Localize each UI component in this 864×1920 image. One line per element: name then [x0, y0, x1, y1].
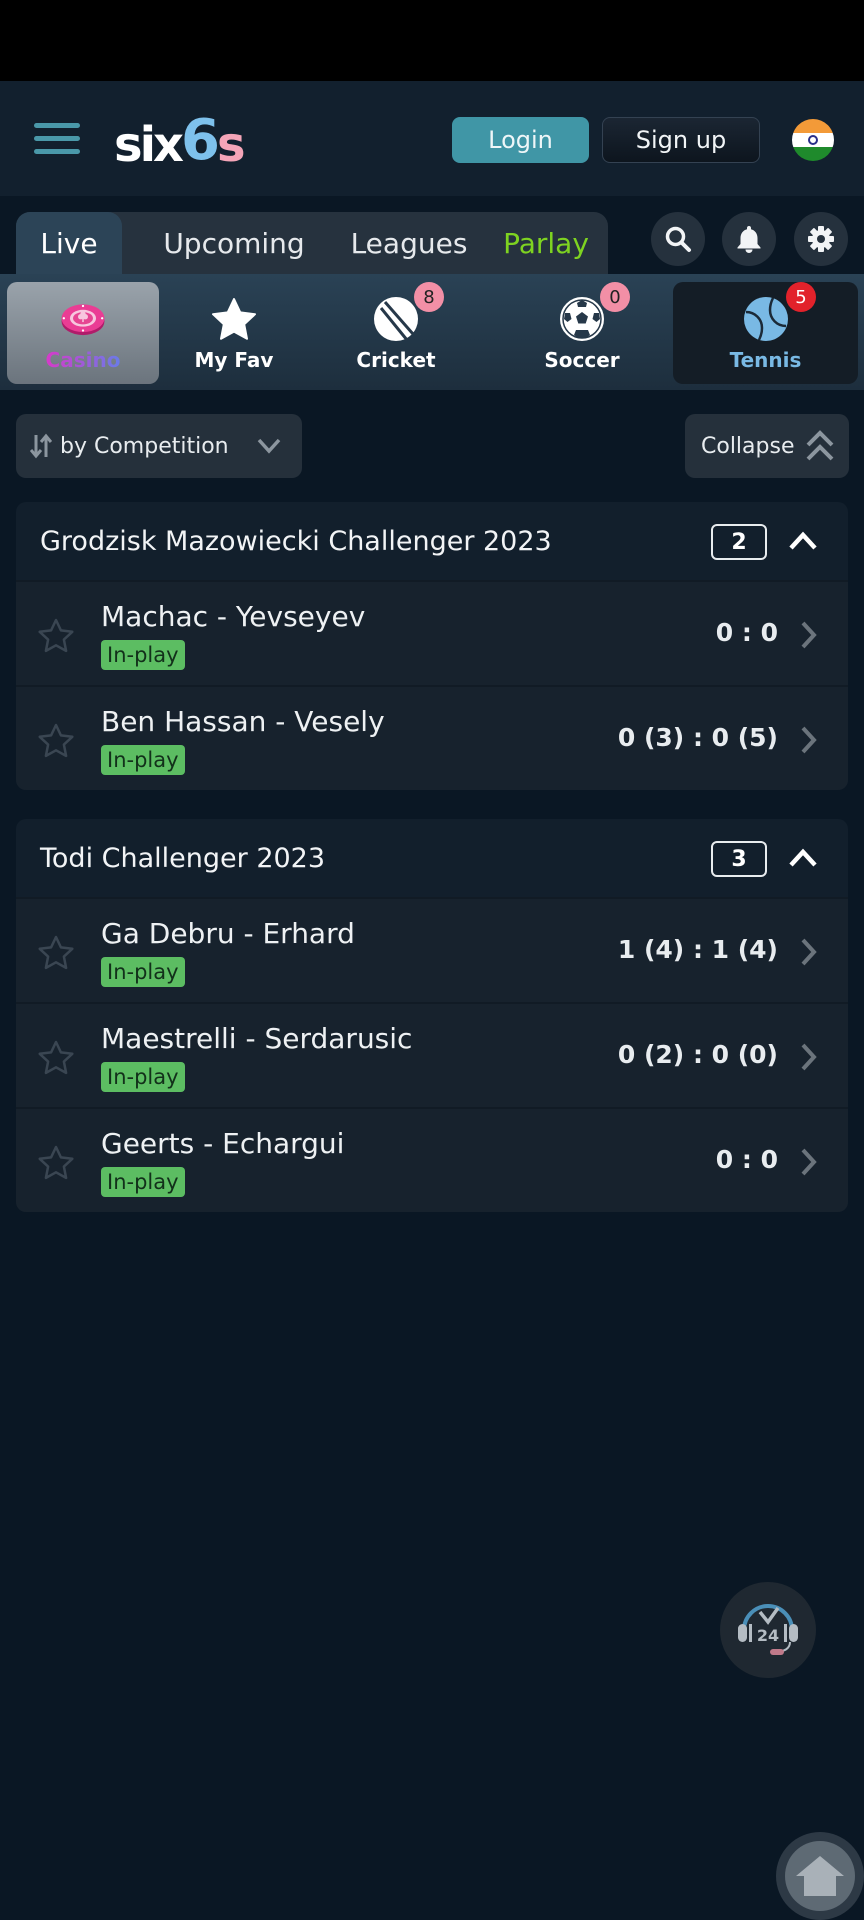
match-score: 0 : 0	[715, 1145, 778, 1174]
match-score: 0 (2) : 0 (0)	[617, 1040, 778, 1069]
inplay-badge: In-play	[101, 745, 185, 775]
soccer-ball-icon	[560, 297, 604, 341]
match-score: 0 : 0	[715, 618, 778, 647]
sport-label: Casino	[45, 348, 121, 372]
tab-parlay[interactable]: Parlay	[486, 212, 606, 274]
match-teams: Geerts - Echargui	[101, 1127, 345, 1160]
sport-tennis[interactable]: Tennis	[673, 282, 858, 384]
india-flag-icon[interactable]	[792, 119, 834, 161]
collapse-all-button[interactable]: Collapse	[685, 414, 849, 478]
match-count-badge: 2	[711, 524, 767, 560]
logo-text-s: s	[216, 117, 246, 173]
tab-upcoming[interactable]: Upcoming	[134, 212, 334, 274]
menu-icon[interactable]	[34, 123, 82, 155]
sort-arrows-icon	[30, 433, 52, 459]
chevron-right-icon	[801, 1043, 817, 1071]
nav-row: Live Upcoming Leagues Parlay	[0, 196, 864, 274]
settings-button[interactable]	[794, 212, 848, 266]
favorite-star-icon[interactable]	[36, 1143, 76, 1183]
home-button[interactable]	[776, 1832, 864, 1920]
home-button-inner	[785, 1841, 855, 1911]
match-row[interactable]: Ga Debru - Erhard In-play 1 (4) : 1 (4)	[16, 897, 848, 1002]
search-button[interactable]	[651, 212, 705, 266]
home-icon	[796, 1856, 844, 1896]
match-row[interactable]: Geerts - Echargui In-play 0 : 0	[16, 1107, 848, 1212]
favorite-star-icon[interactable]	[36, 721, 76, 761]
chevron-right-icon	[801, 726, 817, 754]
inplay-badge: In-play	[101, 957, 185, 987]
competition-header[interactable]: Todi Challenger 2023 3	[16, 819, 848, 897]
match-teams: Machac - Yevseyev	[101, 600, 366, 633]
sport-my-fav[interactable]: My Fav	[158, 282, 310, 384]
competition-card: Grodzisk Mazowiecki Challenger 2023 2 Ma…	[16, 502, 848, 790]
competition-header[interactable]: Grodzisk Mazowiecki Challenger 2023 2	[16, 502, 848, 580]
sport-cricket[interactable]: Cricket	[320, 282, 472, 384]
chevron-right-icon	[801, 938, 817, 966]
favorite-star-icon[interactable]	[36, 1038, 76, 1078]
competition-title: Todi Challenger 2023	[40, 842, 326, 874]
gear-icon	[808, 226, 834, 252]
six6s-logo[interactable]: six 6 s	[114, 108, 246, 173]
logo-text-6: 6	[180, 108, 220, 173]
inplay-badge: In-play	[101, 1062, 185, 1092]
match-teams: Ga Debru - Erhard	[101, 917, 355, 950]
sort-label: by Competition	[60, 433, 229, 459]
tennis-count-badge: 5	[786, 282, 816, 312]
sport-soccer[interactable]: Soccer	[506, 282, 658, 384]
match-teams: Maestrelli - Serdarusic	[101, 1022, 413, 1055]
tennis-ball-icon	[743, 297, 788, 341]
match-teams: Ben Hassan - Vesely	[101, 705, 385, 738]
casino-chip-icon	[61, 304, 105, 336]
chevron-up-icon[interactable]	[788, 847, 818, 869]
chevron-down-icon	[257, 438, 281, 454]
double-chevron-up-icon	[806, 430, 834, 461]
sport-casino[interactable]: Casino	[7, 282, 159, 384]
favorite-star-icon[interactable]	[36, 616, 76, 656]
match-row[interactable]: Ben Hassan - Vesely In-play 0 (3) : 0 (5…	[16, 685, 848, 790]
bell-icon	[737, 226, 761, 253]
status-bar	[0, 0, 864, 81]
cricket-count-badge: 8	[414, 282, 444, 312]
favorite-star-icon[interactable]	[36, 933, 76, 973]
support-24-label: 24	[757, 1626, 779, 1645]
logo-text-six: six	[114, 117, 184, 173]
competition-title: Grodzisk Mazowiecki Challenger 2023	[40, 525, 552, 557]
tab-live[interactable]: Live	[16, 212, 122, 274]
support-24-headset-icon: 24	[738, 1604, 798, 1655]
main-tabs: Live Upcoming Leagues Parlay	[16, 212, 608, 274]
chevron-right-icon	[801, 621, 817, 649]
collapse-label: Collapse	[701, 433, 795, 459]
sort-by-dropdown[interactable]: by Competition	[16, 414, 302, 478]
search-icon	[665, 226, 691, 252]
competition-card: Todi Challenger 2023 3 Ga Debru - Erhard…	[16, 819, 848, 1212]
inplay-badge: In-play	[101, 640, 185, 670]
cricket-ball-icon	[374, 297, 418, 341]
match-row[interactable]: Maestrelli - Serdarusic In-play 0 (2) : …	[16, 1002, 848, 1107]
inplay-badge: In-play	[101, 1167, 185, 1197]
login-button[interactable]: Login	[452, 117, 589, 163]
signup-button[interactable]: Sign up	[602, 117, 760, 163]
chevron-up-icon[interactable]	[788, 530, 818, 552]
match-score: 0 (3) : 0 (5)	[617, 723, 778, 752]
sport-label: Tennis	[729, 348, 802, 372]
soccer-count-badge: 0	[600, 282, 630, 312]
sport-selector: Casino My Fav Cricket 8 Soccer 0 Tennis …	[0, 274, 864, 390]
tab-leagues[interactable]: Leagues	[334, 212, 484, 274]
sport-label: Cricket	[356, 348, 436, 372]
match-row[interactable]: Machac - Yevseyev In-play 0 : 0	[16, 580, 848, 685]
match-count-badge: 3	[711, 841, 767, 877]
sport-label: My Fav	[194, 348, 274, 372]
support-24-button[interactable]: 24	[720, 1582, 816, 1678]
star-icon	[212, 298, 256, 340]
notifications-button[interactable]	[722, 212, 776, 266]
match-score: 1 (4) : 1 (4)	[617, 935, 778, 964]
sport-label: Soccer	[544, 348, 620, 372]
app-header: six 6 s Login Sign up	[0, 81, 864, 196]
chevron-right-icon	[801, 1148, 817, 1176]
